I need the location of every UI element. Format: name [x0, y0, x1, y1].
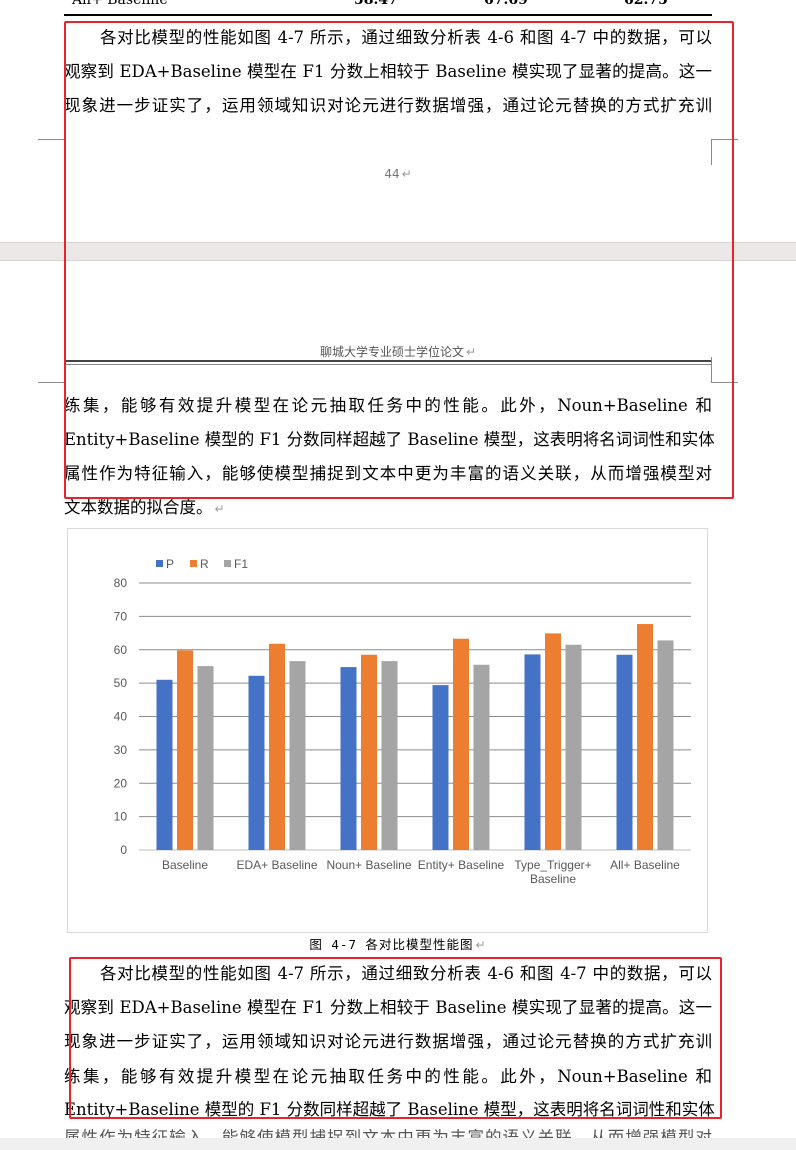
table-bottom-border — [64, 14, 712, 16]
legend-swatch-f1 — [224, 560, 231, 567]
margin-mark-left-top — [38, 139, 64, 140]
bar-f1-3 — [473, 664, 490, 850]
highlight-box-bottom — [69, 957, 722, 1119]
bottom-gap — [0, 1138, 796, 1150]
bar-p-1 — [248, 675, 265, 850]
table-cell-p: 58.47 — [354, 0, 398, 8]
x-tick-label: EDA+ Baseline — [236, 858, 317, 872]
bar-p-4 — [524, 654, 541, 850]
y-tick-label: 30 — [114, 743, 128, 757]
bar-p-3 — [432, 685, 449, 850]
bar-r-0 — [177, 650, 193, 850]
y-tick-label: 80 — [114, 576, 128, 590]
margin-mark-left-bottom — [38, 382, 64, 383]
bar-f1-2 — [381, 661, 398, 850]
y-tick-label: 50 — [114, 676, 128, 690]
bar-r-4 — [545, 633, 561, 850]
table-row-label: All+ Baseline — [72, 0, 168, 8]
bar-r-2 — [361, 654, 377, 850]
legend-swatch-r — [190, 560, 197, 567]
y-tick-label: 70 — [114, 609, 128, 623]
bar-p-5 — [616, 654, 633, 850]
chart-frame: 0 10 20 30 40 50 60 70 80 Baseline EDA+ Baseline No… — [67, 528, 708, 933]
legend-label-r: R — [200, 557, 209, 571]
legend-label-f1: F1 — [234, 557, 248, 571]
highlight-box-top — [64, 21, 734, 499]
bar-r-1 — [269, 643, 285, 850]
table-cell-f1: 62.75 — [624, 0, 668, 8]
x-tick-label: All+ Baseline — [610, 858, 680, 872]
x-tick-label: Baseline — [530, 872, 576, 886]
bar-p-2 — [340, 667, 357, 850]
y-tick-label: 10 — [114, 810, 128, 824]
bar-r-5 — [637, 624, 653, 850]
bar-f1-0 — [197, 666, 214, 850]
x-tick-label: Entity+ Baseline — [418, 858, 505, 872]
y-tick-label: 40 — [114, 710, 128, 724]
figure-caption: 图 4-7 各对比模型性能图 ↵ — [309, 937, 487, 952]
bar-p-0 — [156, 679, 173, 850]
table-cell-r: 67.69 — [484, 0, 528, 8]
paragraph-cont-line-4: 文本数据的拟合度。 ↵ — [64, 498, 225, 517]
x-tick-label: Type_Trigger+ — [514, 858, 591, 872]
bar-f1-4 — [565, 644, 582, 850]
bar-f1-5 — [657, 640, 674, 850]
legend-swatch-p — [156, 560, 163, 567]
y-tick-label: 20 — [114, 776, 128, 790]
table-row-clipped: All+ Baseline 58.47 67.69 62.75 — [64, 0, 712, 8]
y-tick-label: 0 — [120, 843, 127, 857]
bar-chart: 0 10 20 30 40 50 60 70 80 Baseline EDA+ Baseline No… — [114, 557, 691, 886]
x-tick-label: Noun+ Baseline — [326, 858, 411, 872]
bar-r-3 — [453, 638, 469, 850]
x-tick-label: Baseline — [162, 858, 208, 872]
legend-label-p: P — [166, 557, 174, 571]
y-tick-label: 60 — [114, 643, 128, 657]
bar-f1-1 — [289, 661, 306, 850]
